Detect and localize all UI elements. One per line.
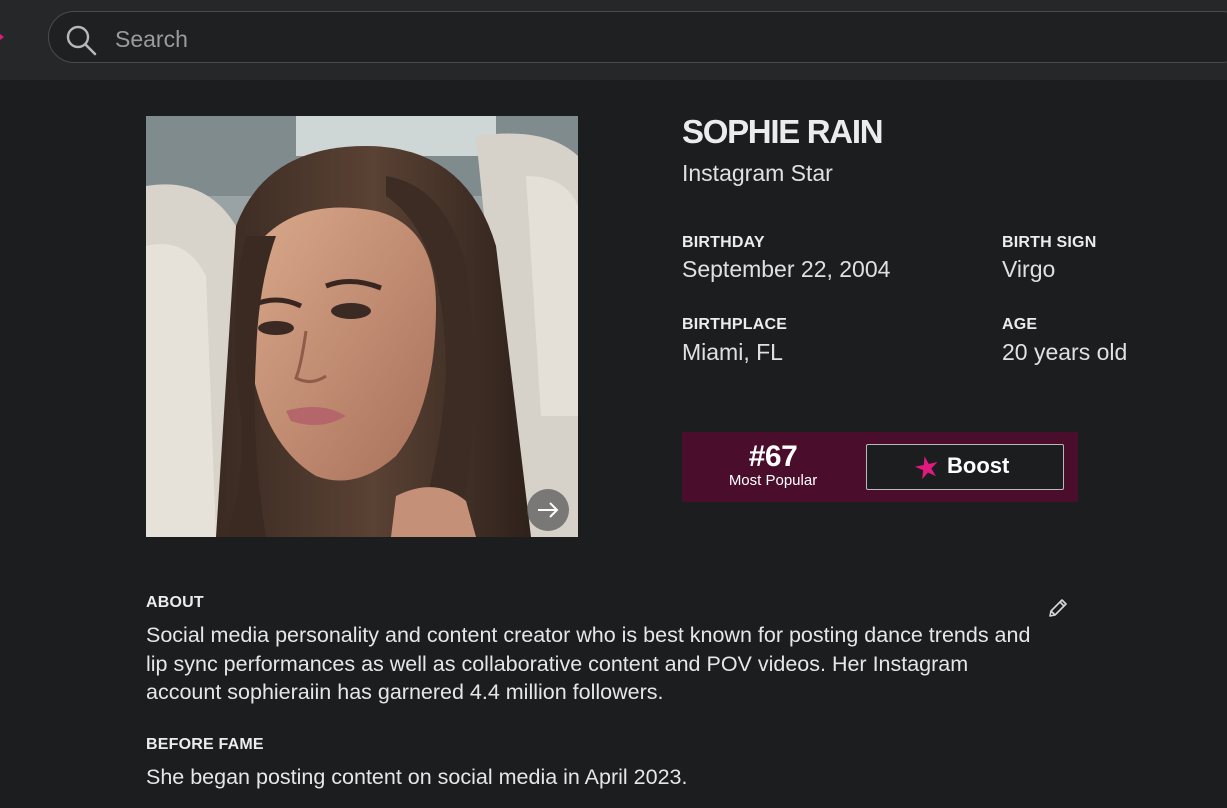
star-icon [914, 455, 940, 481]
profile-name: SOPHIE RAIN [682, 113, 884, 150]
profile-profession[interactable]: Instagram Star [682, 160, 833, 187]
pencil-icon[interactable] [1046, 596, 1070, 620]
search-icon[interactable] [65, 24, 97, 56]
birthplace-label: BIRTHPLACE [682, 316, 788, 333]
rank-panel: #67 Most Popular Boost [682, 432, 1078, 502]
search-input[interactable] [113, 22, 1017, 56]
next-photo-button[interactable] [527, 489, 569, 531]
birthday-value[interactable]: September 22, 2004 [682, 256, 890, 283]
rank-number[interactable]: #67 [682, 440, 864, 474]
arrow-right-icon [538, 502, 559, 518]
about-text: Social media personality and content cre… [146, 623, 1031, 704]
before-fame-text: She began posting content on social medi… [146, 765, 688, 789]
birth-sign-label: BIRTH SIGN [1002, 234, 1097, 251]
birthplace-value[interactable]: Miami, FL [682, 339, 783, 366]
logo[interactable] [0, 28, 4, 46]
before-fame-label: BEFORE FAME [146, 736, 264, 753]
about-label: ABOUT [146, 594, 204, 611]
age-value: 20 years old [1002, 339, 1128, 365]
top-bar [0, 0, 1227, 80]
profile-photo[interactable] [146, 116, 578, 537]
boost-button[interactable]: Boost [866, 444, 1064, 490]
rank-caption: Most Popular [728, 472, 818, 489]
birth-sign-value[interactable]: Virgo [1002, 256, 1055, 283]
birthday-label: BIRTHDAY [682, 234, 765, 251]
boost-label: Boost [947, 453, 1010, 478]
age-label: AGE [1002, 316, 1038, 333]
search-box[interactable] [48, 11, 1227, 63]
